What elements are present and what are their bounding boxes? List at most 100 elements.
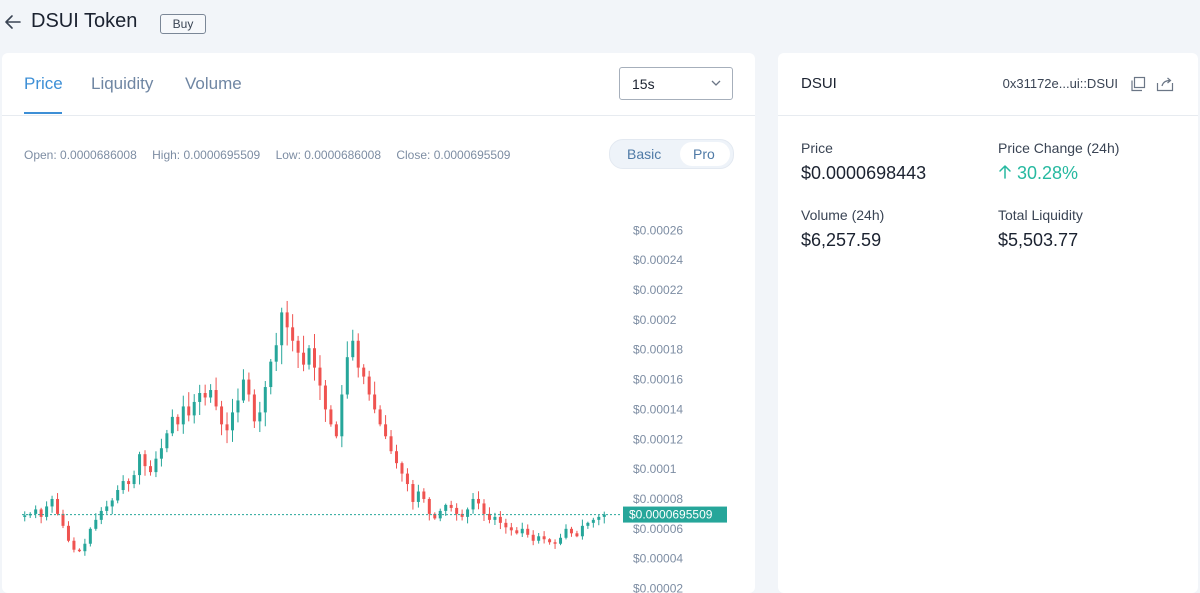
candle-body (405, 473, 409, 485)
chart-tabs: Price Liquidity Volume 15s (2, 53, 755, 116)
arrow-up-icon (999, 165, 1011, 179)
candle-body (531, 534, 535, 541)
candle-body (148, 466, 152, 473)
candle-body (214, 390, 218, 407)
candle-body (493, 516, 497, 520)
toggle-pro[interactable]: Pro (693, 146, 715, 162)
candle-body (110, 500, 114, 507)
candle-body (597, 516, 601, 520)
interval-select[interactable]: 15s (619, 67, 733, 100)
candle-body (449, 504, 453, 508)
candle-body (471, 498, 475, 510)
candle-body (378, 409, 382, 425)
candle-body (34, 509, 38, 514)
tab-volume[interactable]: Volume (185, 74, 242, 94)
candle-body (334, 424, 338, 437)
token-address: 0x31172e...ui::DSUI (1002, 76, 1118, 91)
price-change-label: Price Change (24h) (998, 140, 1120, 156)
candle-body (127, 481, 131, 485)
liquidity-value: $5,503.77 (998, 230, 1079, 250)
ohlc-open: Open: 0.0000686008 (24, 148, 137, 162)
y-axis-tick-label: $0.00006 (633, 522, 683, 536)
y-axis-tick-label: $0.00026 (633, 223, 683, 237)
candle-body (373, 394, 377, 410)
ohlc-low: Low: 0.0000686008 (275, 148, 381, 162)
candle-body (209, 390, 213, 398)
candle-body (269, 361, 273, 388)
candle-body (591, 519, 595, 523)
y-axis-tick-label: $0.00012 (633, 432, 683, 446)
candle-body (548, 539, 552, 543)
volume-label: Volume (24h) (801, 207, 885, 223)
tab-price[interactable]: Price (24, 74, 63, 94)
volume-value: $6,257.59 (801, 230, 882, 250)
toggle-basic[interactable]: Basic (627, 146, 661, 162)
liquidity-label: Total Liquidity (998, 207, 1083, 223)
candle-body (72, 540, 76, 550)
candle-body (258, 412, 262, 422)
y-axis-tick-label: $0.0001 (633, 462, 677, 476)
candle-body (323, 385, 327, 410)
candle-body (580, 525, 584, 537)
page-title: DSUI Token (31, 10, 138, 32)
candle-body (61, 513, 65, 526)
candle-body (520, 528, 524, 534)
current-price-label: $0.0000695509 (629, 508, 713, 522)
candle-body (198, 393, 202, 402)
candle-body (569, 528, 573, 534)
y-axis-tick-label: $0.00014 (633, 402, 683, 416)
candle-body (586, 522, 590, 526)
candle-body (329, 409, 333, 425)
candle-body (247, 379, 251, 395)
candle-body (307, 348, 311, 365)
candle-body (362, 367, 366, 377)
candle-body (411, 484, 415, 502)
active-tab-indicator (24, 112, 62, 114)
price-label: Price (801, 140, 833, 156)
price-change-percent: 30.28% (1017, 163, 1079, 183)
candle-body (170, 416, 174, 434)
candle-body (56, 498, 60, 514)
candle-body (236, 400, 240, 413)
tab-liquidity[interactable]: Liquidity (91, 74, 153, 94)
candle-body (99, 510, 103, 520)
share-icon[interactable] (1156, 76, 1174, 92)
candle-body (241, 379, 245, 401)
y-axis-tick-label: $0.00022 (633, 283, 683, 297)
interval-select-value: 15s (632, 76, 655, 92)
candle-body (477, 498, 481, 504)
copy-icon[interactable] (1130, 76, 1146, 92)
view-toggle: Basic Pro (609, 139, 734, 169)
candle-body (220, 406, 224, 425)
candle-body (575, 533, 579, 537)
candle-body (313, 348, 316, 368)
candle-body (154, 458, 158, 473)
candle-body (345, 357, 349, 395)
buy-button[interactable]: Buy (160, 14, 206, 34)
price-value: $0.0000698443 (801, 163, 927, 183)
candle-body (116, 490, 120, 501)
ohlc-readout: Open: 0.0000686008 High: 0.0000695509 Lo… (24, 148, 522, 162)
candle-body (45, 506, 49, 517)
candle-body (564, 528, 568, 538)
back-arrow-icon[interactable] (4, 12, 22, 32)
candle-body (66, 525, 70, 541)
price-change-value: 30.28% (998, 163, 1078, 184)
candle-body (318, 367, 322, 386)
candle-body (504, 522, 508, 528)
y-axis-tick-label: $0.0002 (633, 313, 677, 327)
candle-body (83, 543, 87, 552)
candle-body (187, 406, 191, 416)
candle-body (105, 506, 109, 511)
candle-body (542, 536, 546, 540)
candle-body (77, 549, 81, 552)
candle-body (192, 401, 196, 416)
candle-body (181, 406, 185, 425)
candle-body (121, 481, 125, 491)
y-axis-tick-label: $0.00008 (633, 492, 683, 506)
candle-body (94, 519, 98, 529)
price-chart[interactable]: $0.00026 $0.00024 $0.00022 $0.0002 $0.00018 $… (2, 193, 755, 593)
y-axis-tick-label: $0.00024 (633, 253, 683, 267)
ohlc-close: Close: 0.0000695509 (396, 148, 511, 162)
candle-body (416, 491, 420, 502)
